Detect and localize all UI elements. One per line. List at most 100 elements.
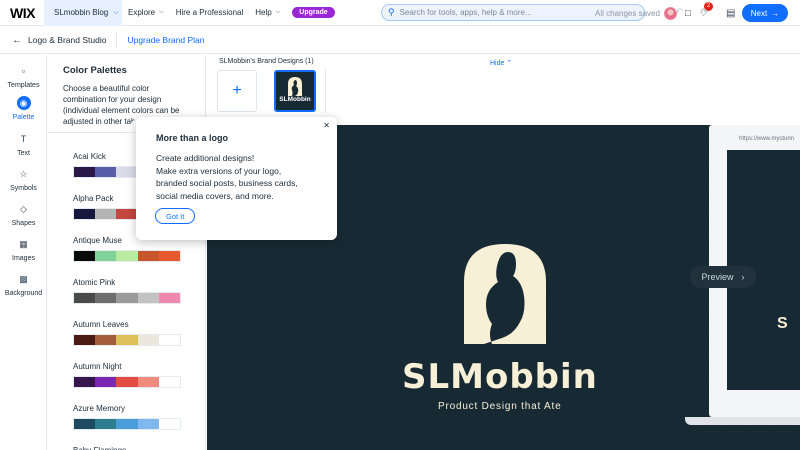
palette-option[interactable]: Autumn Night: [73, 362, 181, 388]
palette-option[interactable]: Atomic Pink: [73, 278, 181, 304]
tools-rail: ▫ Templates ◉ Palette T Text ☆ Symbols ◇…: [0, 55, 47, 450]
design-thumbnail[interactable]: SLMobbin: [274, 70, 316, 112]
palette-option[interactable]: Autumn Leaves: [73, 320, 181, 346]
images-icon: ▦: [19, 239, 28, 249]
color-swatch: [158, 419, 181, 429]
color-swatch: [116, 293, 138, 303]
back-arrow-icon[interactable]: ←: [12, 35, 22, 46]
color-swatch: [95, 335, 117, 345]
color-swatch: [74, 209, 96, 219]
nav-explore-label: Explore: [128, 8, 156, 17]
palette-icon: ◉: [16, 96, 31, 110]
templates-icon: ▫: [21, 66, 26, 76]
upgrade-brand-plan-link[interactable]: Upgrade Brand Plan: [127, 35, 204, 45]
rail-item-templates[interactable]: ▫ Templates: [0, 64, 47, 89]
palette-swatches: [73, 418, 181, 430]
logo-brand-name[interactable]: SLMobbin: [402, 357, 598, 397]
preview-button[interactable]: Preview ›: [690, 266, 756, 288]
hide-label: Hide: [490, 60, 505, 67]
color-swatch: [158, 251, 181, 261]
save-status: All changes saved: [595, 9, 660, 18]
nav-hire-label: Hire a Professional: [175, 8, 244, 17]
text-icon: T: [20, 134, 27, 144]
arrow-right-icon: →: [771, 8, 780, 18]
color-swatch: [137, 377, 159, 387]
rail-label: Symbols: [10, 185, 37, 192]
palette-name: Autumn Night: [73, 362, 122, 371]
rail-item-background[interactable]: ▩ Background: [0, 272, 47, 297]
color-swatch: [158, 377, 181, 387]
nav-help-label: Help: [255, 8, 272, 17]
inbox-icon[interactable]: ▤: [726, 8, 735, 19]
rail-item-palette[interactable]: ◉ Palette: [0, 96, 47, 121]
got-it-button[interactable]: Got It: [155, 208, 196, 224]
symbols-icon: ☆: [19, 169, 28, 179]
studio-header: ← Logo & Brand Studio Upgrade Brand Plan: [0, 27, 800, 54]
rail-item-symbols[interactable]: ☆ Symbols: [0, 167, 47, 192]
palette-name: Azure Memory: [73, 404, 126, 413]
nav-hire-professional[interactable]: Hire a Professional: [170, 8, 250, 17]
chevron-right-icon: ›: [741, 272, 745, 282]
nav-help[interactable]: Help ⌵: [249, 8, 286, 17]
palette-name: Atomic Pink: [73, 278, 116, 287]
close-icon[interactable]: ✕: [323, 121, 330, 130]
divider: [325, 69, 326, 113]
site-selector[interactable]: SLmobbin Blog ⌵: [44, 0, 122, 26]
color-swatch: [116, 377, 138, 387]
palette-swatches: [73, 334, 181, 346]
color-swatch: [74, 167, 96, 177]
hide-strip-button[interactable]: Hide ⌃: [490, 59, 512, 67]
next-label: Next: [750, 8, 768, 18]
background-icon: ▩: [19, 274, 28, 284]
rail-label: Images: [12, 255, 35, 262]
next-button[interactable]: Next →: [742, 4, 788, 22]
palette-swatches: [73, 250, 181, 262]
studio-title[interactable]: Logo & Brand Studio: [28, 35, 106, 45]
nav-explore[interactable]: Explore ⌵: [122, 8, 170, 17]
popover-text: Make extra versions of your logo,: [156, 165, 282, 176]
color-swatch: [74, 251, 96, 261]
color-swatch: [95, 377, 117, 387]
color-swatch: [116, 209, 138, 219]
rail-item-images[interactable]: ▦ Images: [0, 237, 47, 262]
color-palettes-panel: Color Palettes Choose a beautiful color …: [48, 55, 206, 450]
divider: [116, 32, 118, 48]
chevron-up-icon: ⌃: [506, 60, 513, 67]
mockup-brand-text: S: [777, 315, 788, 332]
logo-symbol-icon: [464, 244, 546, 344]
chevron-down-icon: ⌵: [275, 9, 281, 15]
popover-text: social media covers, and more.: [156, 190, 274, 201]
rail-label: Text: [17, 150, 30, 157]
search-icon: ⚲: [388, 7, 395, 17]
add-design-button[interactable]: +: [217, 70, 257, 112]
color-swatch: [74, 419, 96, 429]
color-swatch: [137, 251, 159, 261]
palette-option[interactable]: Baby Flamingo: [73, 446, 181, 450]
color-swatch: [116, 251, 138, 261]
site-name: SLmobbin Blog: [54, 8, 109, 17]
mockup-url: https://www.mystunn: [739, 136, 795, 142]
color-swatch: [137, 335, 159, 345]
mockup-base: [685, 417, 800, 425]
upgrade-button[interactable]: Upgrade: [292, 7, 335, 18]
rail-label: Templates: [7, 82, 40, 89]
color-swatch: [74, 293, 96, 303]
wix-logo[interactable]: WIX: [0, 5, 44, 21]
rail-label: Shapes: [11, 220, 36, 227]
redo-icon[interactable]: ↷: [700, 7, 708, 18]
rail-item-text[interactable]: T Text: [0, 132, 47, 157]
chevron-down-icon: ⌵: [159, 9, 164, 15]
color-swatch: [74, 335, 96, 345]
rail-item-shapes[interactable]: ◇ Shapes: [0, 202, 47, 227]
color-swatch: [74, 377, 96, 387]
palette-option[interactable]: Azure Memory: [73, 404, 181, 430]
chevron-down-icon: ⌵: [113, 8, 119, 16]
color-swatch: [137, 293, 159, 303]
thumbnail-text: SLMobbin: [279, 96, 311, 103]
color-swatch: [95, 167, 117, 177]
chat-icon[interactable]: □: [685, 8, 691, 19]
popover-text: branded social posts, business cards,: [156, 178, 298, 188]
popover-title: More than a logo: [156, 133, 228, 143]
undo-icon[interactable]: ↶: [675, 7, 683, 18]
logo-tagline[interactable]: Product Design that Ate: [438, 401, 561, 412]
